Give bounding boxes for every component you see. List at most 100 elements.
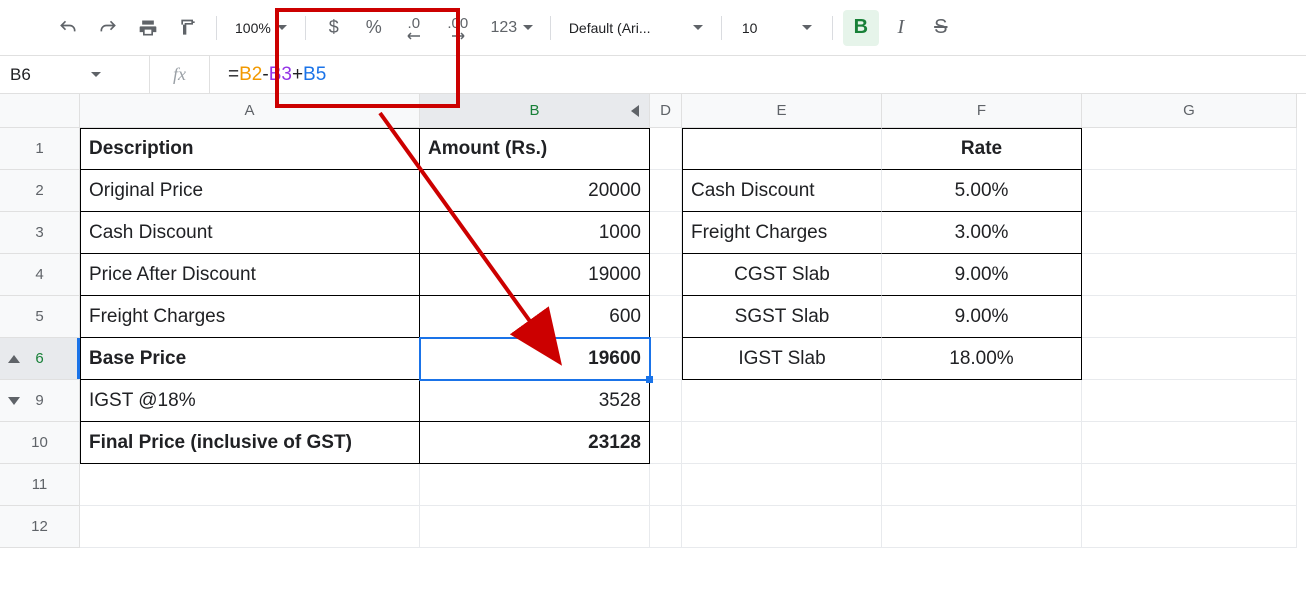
row-header[interactable]: 4	[0, 254, 80, 296]
row-header[interactable]: 5	[0, 296, 80, 338]
cell[interactable]	[1082, 296, 1297, 338]
col-header-F[interactable]: F	[882, 94, 1082, 128]
cell[interactable]	[882, 464, 1082, 506]
cell[interactable]	[80, 464, 420, 506]
paint-format-icon[interactable]	[170, 10, 206, 46]
cell[interactable]	[1082, 422, 1297, 464]
cell[interactable]	[882, 380, 1082, 422]
row-header[interactable]: 2	[0, 170, 80, 212]
cell[interactable]: 19000	[420, 254, 650, 296]
format-123[interactable]: 123	[484, 10, 540, 46]
cell-selected[interactable]: 19600	[420, 338, 650, 380]
redo-icon[interactable]	[90, 10, 126, 46]
col-header-G[interactable]: G	[1082, 94, 1297, 128]
cell[interactable]	[650, 506, 682, 548]
cell[interactable]	[882, 506, 1082, 548]
cell[interactable]	[80, 506, 420, 548]
cell[interactable]: CGST Slab	[682, 254, 882, 296]
cell[interactable]: Freight Charges	[682, 212, 882, 254]
chevron-down-icon	[693, 25, 703, 30]
group-expand-down-icon[interactable]	[8, 397, 20, 405]
cell[interactable]: 5.00%	[882, 170, 1082, 212]
row-header[interactable]: 3	[0, 212, 80, 254]
fill-handle[interactable]	[646, 376, 653, 383]
cell[interactable]: Base Price	[80, 338, 420, 380]
cell[interactable]: Final Price (inclusive of GST)	[80, 422, 420, 464]
cell[interactable]	[882, 422, 1082, 464]
format-currency[interactable]: $	[316, 10, 352, 46]
cell[interactable]	[1082, 212, 1297, 254]
cell[interactable]	[682, 506, 882, 548]
increase-decimal[interactable]: .00	[436, 10, 480, 46]
cell[interactable]	[682, 464, 882, 506]
row-header[interactable]: 9	[0, 380, 80, 422]
cell[interactable]	[650, 128, 682, 170]
cell[interactable]: 23128	[420, 422, 650, 464]
row-header[interactable]: 6	[0, 338, 80, 380]
cell[interactable]	[1082, 464, 1297, 506]
cell[interactable]	[420, 506, 650, 548]
toolbar-separator	[832, 16, 833, 40]
row-header[interactable]: 12	[0, 506, 80, 548]
italic-button[interactable]: I	[883, 10, 919, 46]
cell[interactable]: Cash Discount	[682, 170, 882, 212]
cell[interactable]: Original Price	[80, 170, 420, 212]
font-size-dropdown[interactable]: 10	[732, 20, 822, 36]
row-header[interactable]: 10	[0, 422, 80, 464]
cell[interactable]: 9.00%	[882, 296, 1082, 338]
cell[interactable]: Cash Discount	[80, 212, 420, 254]
undo-icon[interactable]	[50, 10, 86, 46]
col-header-E[interactable]: E	[682, 94, 882, 128]
cell[interactable]	[650, 422, 682, 464]
cell[interactable]: Amount (Rs.)	[420, 128, 650, 170]
cell[interactable]: 1000	[420, 212, 650, 254]
format-percent[interactable]: %	[356, 10, 392, 46]
cell[interactable]: 3528	[420, 380, 650, 422]
cell[interactable]	[1082, 338, 1297, 380]
cell[interactable]: IGST @18%	[80, 380, 420, 422]
col-header-D[interactable]: D	[650, 94, 682, 128]
row-header[interactable]: 1	[0, 128, 80, 170]
zoom-dropdown[interactable]: 100%	[227, 20, 295, 36]
decrease-decimal[interactable]: .0	[396, 10, 432, 46]
cell[interactable]: Description	[80, 128, 420, 170]
cell[interactable]	[1082, 254, 1297, 296]
cell[interactable]	[682, 422, 882, 464]
col-header-A[interactable]: A	[80, 94, 420, 128]
print-icon[interactable]	[130, 10, 166, 46]
cell[interactable]	[1082, 380, 1297, 422]
cell[interactable]: SGST Slab	[682, 296, 882, 338]
cell[interactable]	[650, 254, 682, 296]
font-family-dropdown[interactable]: Default (Ari...	[561, 20, 711, 36]
cell[interactable]	[650, 170, 682, 212]
select-all-corner[interactable]	[0, 94, 80, 128]
formula-input[interactable]: = B2 - B3 + B5	[210, 56, 326, 93]
group-collapse-up-icon[interactable]	[8, 355, 20, 363]
cell[interactable]	[1082, 128, 1297, 170]
bold-button[interactable]: B	[843, 10, 879, 46]
col-header-B[interactable]: B	[420, 94, 650, 128]
cell[interactable]: 20000	[420, 170, 650, 212]
cell[interactable]: 9.00%	[882, 254, 1082, 296]
cell[interactable]: Freight Charges	[80, 296, 420, 338]
cell[interactable]	[1082, 170, 1297, 212]
cell[interactable]	[650, 296, 682, 338]
cell[interactable]	[682, 128, 882, 170]
cell[interactable]	[650, 338, 682, 380]
cell[interactable]	[420, 464, 650, 506]
cell[interactable]	[650, 464, 682, 506]
name-box[interactable]: B6	[0, 56, 150, 93]
cell[interactable]: Price After Discount	[80, 254, 420, 296]
cell[interactable]: 600	[420, 296, 650, 338]
cell[interactable]: IGST Slab	[682, 338, 882, 380]
cell[interactable]: 3.00%	[882, 212, 1082, 254]
cell[interactable]	[682, 380, 882, 422]
spreadsheet-grid[interactable]: A B D E F G 1 Description Amount (Rs.) R…	[0, 94, 1306, 548]
cell[interactable]	[1082, 506, 1297, 548]
cell[interactable]: 18.00%	[882, 338, 1082, 380]
cell[interactable]	[650, 380, 682, 422]
row-header[interactable]: 11	[0, 464, 80, 506]
cell[interactable]	[650, 212, 682, 254]
cell[interactable]: Rate	[882, 128, 1082, 170]
strikethrough-button[interactable]: S	[923, 10, 959, 46]
